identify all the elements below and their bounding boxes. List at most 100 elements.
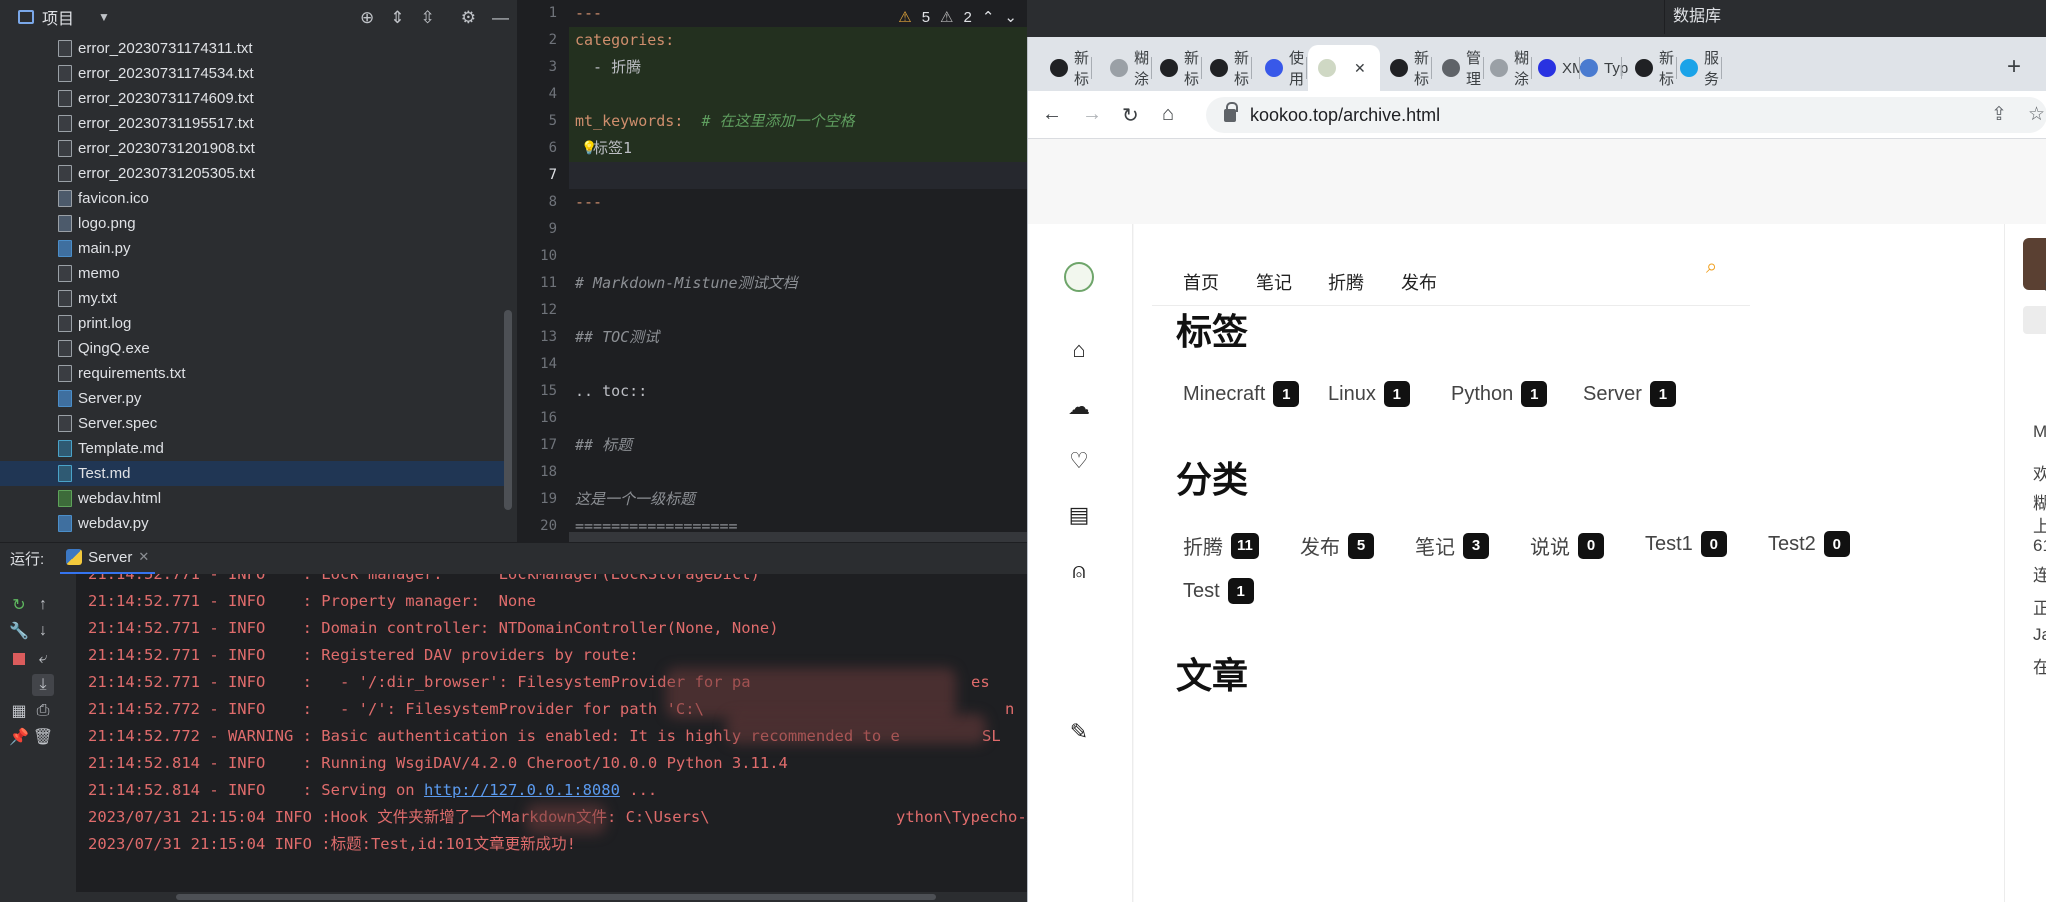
cloud-download-icon[interactable]: ☁ — [1066, 394, 1092, 420]
console-horizontal-scrollbar[interactable] — [76, 892, 1027, 902]
trash-icon[interactable]: 🗑 — [32, 726, 54, 748]
browser-tab[interactable]: 管理 — [1432, 45, 1484, 91]
forward-icon[interactable]: → — [1082, 103, 1102, 126]
inspection-widget[interactable]: ⚠ 5 ⚠ 2 ⌃ ⌄ — [898, 4, 1027, 30]
heart-icon[interactable]: ♡ — [1066, 448, 1092, 474]
avatar[interactable] — [2023, 238, 2046, 290]
browser-tab[interactable]: 新标 — [1200, 45, 1252, 91]
taxonomy-chip[interactable]: Minecraft 1 — [1183, 381, 1300, 407]
user-icon[interactable]: ⍝ — [1066, 558, 1092, 584]
taxonomy-chip[interactable]: 折腾 11 — [1183, 531, 1259, 560]
server-url-link[interactable]: http://127.0.0.1:8080 — [424, 781, 620, 799]
browser-tab[interactable]: 新标 — [1040, 45, 1092, 91]
taxonomy-chip[interactable]: 发布 5 — [1300, 531, 1374, 560]
lightbulb-icon[interactable]: 💡 — [581, 135, 597, 162]
collapse-all-icon[interactable]: ⇳ — [421, 8, 435, 28]
print-icon[interactable]: ⎙ — [32, 700, 54, 722]
locate-icon[interactable]: ⊕ — [360, 8, 374, 28]
file-tree-item[interactable]: error_20230731174534.txt — [0, 61, 505, 86]
project-view-icon[interactable] — [18, 10, 34, 24]
file-tree-item[interactable]: error_20230731174311.txt — [0, 36, 505, 61]
taxonomy-chip[interactable]: Test2 0 — [1768, 531, 1850, 557]
file-tree-item[interactable]: memo — [0, 261, 505, 286]
file-tree-item[interactable]: requirements.txt — [0, 361, 505, 386]
scroll-up-icon[interactable]: ↑ — [32, 594, 54, 616]
reload-icon[interactable]: ↻ — [1122, 103, 1139, 128]
file-tree-item[interactable]: logo.png — [0, 211, 505, 236]
previous-highlight-icon[interactable]: ⌃ — [982, 8, 995, 26]
sidebar-snippet[interactable]: 欢迎 — [2033, 460, 2046, 485]
pin-icon[interactable]: 📌 — [8, 726, 30, 748]
file-tree-item[interactable]: error_20230731174609.txt — [0, 86, 505, 111]
stop-icon[interactable] — [8, 648, 30, 670]
file-tree-item[interactable]: webdav.py — [0, 511, 505, 536]
sidebar-snippet[interactable]: Java — [2033, 625, 2046, 645]
file-tree-item[interactable]: webdav.html — [0, 486, 505, 511]
sidebar-snippet[interactable]: Mark — [2033, 422, 2046, 442]
soft-wrap-icon[interactable]: ⤶ — [32, 648, 54, 670]
file-tree-item[interactable]: QingQ.exe — [0, 336, 505, 361]
taxonomy-chip[interactable]: Test 1 — [1183, 578, 1254, 604]
file-tree-item[interactable]: Test.md — [0, 461, 505, 486]
file-tree-item[interactable]: error_20230731201908.txt — [0, 136, 505, 161]
file-tree-item[interactable]: error_20230731205305.txt — [0, 161, 505, 186]
site-menu-item[interactable]: 首页 — [1183, 269, 1219, 295]
browser-tab[interactable]: Typ — [1570, 45, 1628, 91]
scrollbar-thumb[interactable] — [176, 894, 936, 900]
home-icon[interactable]: ⌂ — [1162, 103, 1174, 126]
taxonomy-chip[interactable]: 说说 0 — [1530, 531, 1604, 560]
site-menu-item[interactable]: 发布 — [1401, 269, 1437, 295]
layout-icon[interactable]: ▦ — [8, 700, 30, 722]
site-menu-item[interactable]: 折腾 — [1328, 269, 1364, 295]
sidebar-snippet[interactable]: 在M1 — [2033, 653, 2046, 678]
new-tab-icon[interactable]: + — [2007, 53, 2021, 81]
next-highlight-icon[interactable]: ⌄ — [1004, 8, 1017, 26]
calendar-icon[interactable]: ▤ — [1066, 502, 1092, 528]
back-icon[interactable]: ← — [1042, 103, 1062, 126]
taxonomy-chip[interactable]: Test1 0 — [1645, 531, 1727, 557]
browser-tab[interactable]: ✕ — [1308, 45, 1380, 91]
home-icon[interactable]: ⌂ — [1066, 337, 1092, 363]
project-scrollbar[interactable] — [504, 310, 512, 510]
console-output[interactable]: 21:14:52.771 - INFO : Lock manager: Lock… — [76, 574, 1027, 892]
browser-tab[interactable]: 糊涂 — [1480, 45, 1532, 91]
file-tree-item[interactable]: error_20230731195517.txt — [0, 111, 505, 136]
file-tree-item[interactable]: my.txt — [0, 286, 505, 311]
run-tab-server[interactable]: Server ✕ — [60, 543, 156, 575]
code-editor[interactable]: 1 2 3 4 5 6 7 8 9 10 11 12 13 14 15 16 17 18 19 20 --- categ… — [517, 0, 1029, 542]
edit-icon[interactable]: ✎ — [1066, 719, 1092, 745]
browser-tab[interactable]: 服务 — [1670, 45, 1722, 91]
sidebar-snippet[interactable]: 618 — [2033, 536, 2046, 556]
scroll-down-icon[interactable]: ↓ — [32, 620, 54, 642]
expand-all-icon[interactable]: ⇕ — [390, 8, 404, 28]
file-tree-item[interactable]: print.log — [0, 311, 505, 336]
minimize-icon[interactable]: — — [492, 8, 509, 28]
taxonomy-chip[interactable]: Linux 1 — [1328, 381, 1410, 407]
file-tree-item[interactable]: Server.py — [0, 386, 505, 411]
gear-icon[interactable]: ⚙ — [461, 8, 476, 28]
file-tree-item[interactable]: Template.md — [0, 436, 505, 461]
site-logo[interactable] — [1064, 262, 1094, 292]
taxonomy-chip[interactable]: Server 1 — [1583, 381, 1676, 407]
site-menu-item[interactable]: 笔记 — [1256, 269, 1292, 295]
file-tree-item[interactable]: main.py — [0, 236, 505, 261]
chevron-down-icon[interactable]: ▼ — [98, 10, 110, 24]
sidebar-snippet[interactable]: 正则 — [2033, 594, 2046, 619]
file-tree-item[interactable]: Server.spec — [0, 411, 505, 436]
bookmark-star-icon[interactable]: ☆ — [2028, 103, 2045, 126]
url-text[interactable]: kookoo.top/archive.html — [1250, 105, 1440, 126]
close-icon[interactable]: ✕ — [138, 549, 149, 565]
taxonomy-chip[interactable]: Python 1 — [1451, 381, 1548, 407]
sidebar-snippet[interactable]: 连点 — [2033, 561, 2046, 586]
wrench-icon[interactable]: 🔧 — [8, 620, 30, 642]
taxonomy-chip[interactable]: 笔记 3 — [1415, 531, 1489, 560]
browser-tab[interactable]: 糊涂 — [1100, 45, 1152, 91]
sidebar-snippet[interactable]: 糊涂 — [2033, 489, 2046, 514]
share-icon[interactable]: ⇪ — [1991, 103, 2007, 126]
address-bar[interactable]: kookoo.top/archive.html ⇪ ☆ — [1206, 97, 2046, 133]
editor-horizontal-scrollbar[interactable] — [569, 532, 1029, 542]
lock-icon[interactable] — [1224, 101, 1238, 122]
browser-tab[interactable]: 新标 — [1150, 45, 1202, 91]
close-tab-icon[interactable]: ✕ — [1354, 60, 1366, 77]
file-tree-item[interactable]: favicon.ico — [0, 186, 505, 211]
